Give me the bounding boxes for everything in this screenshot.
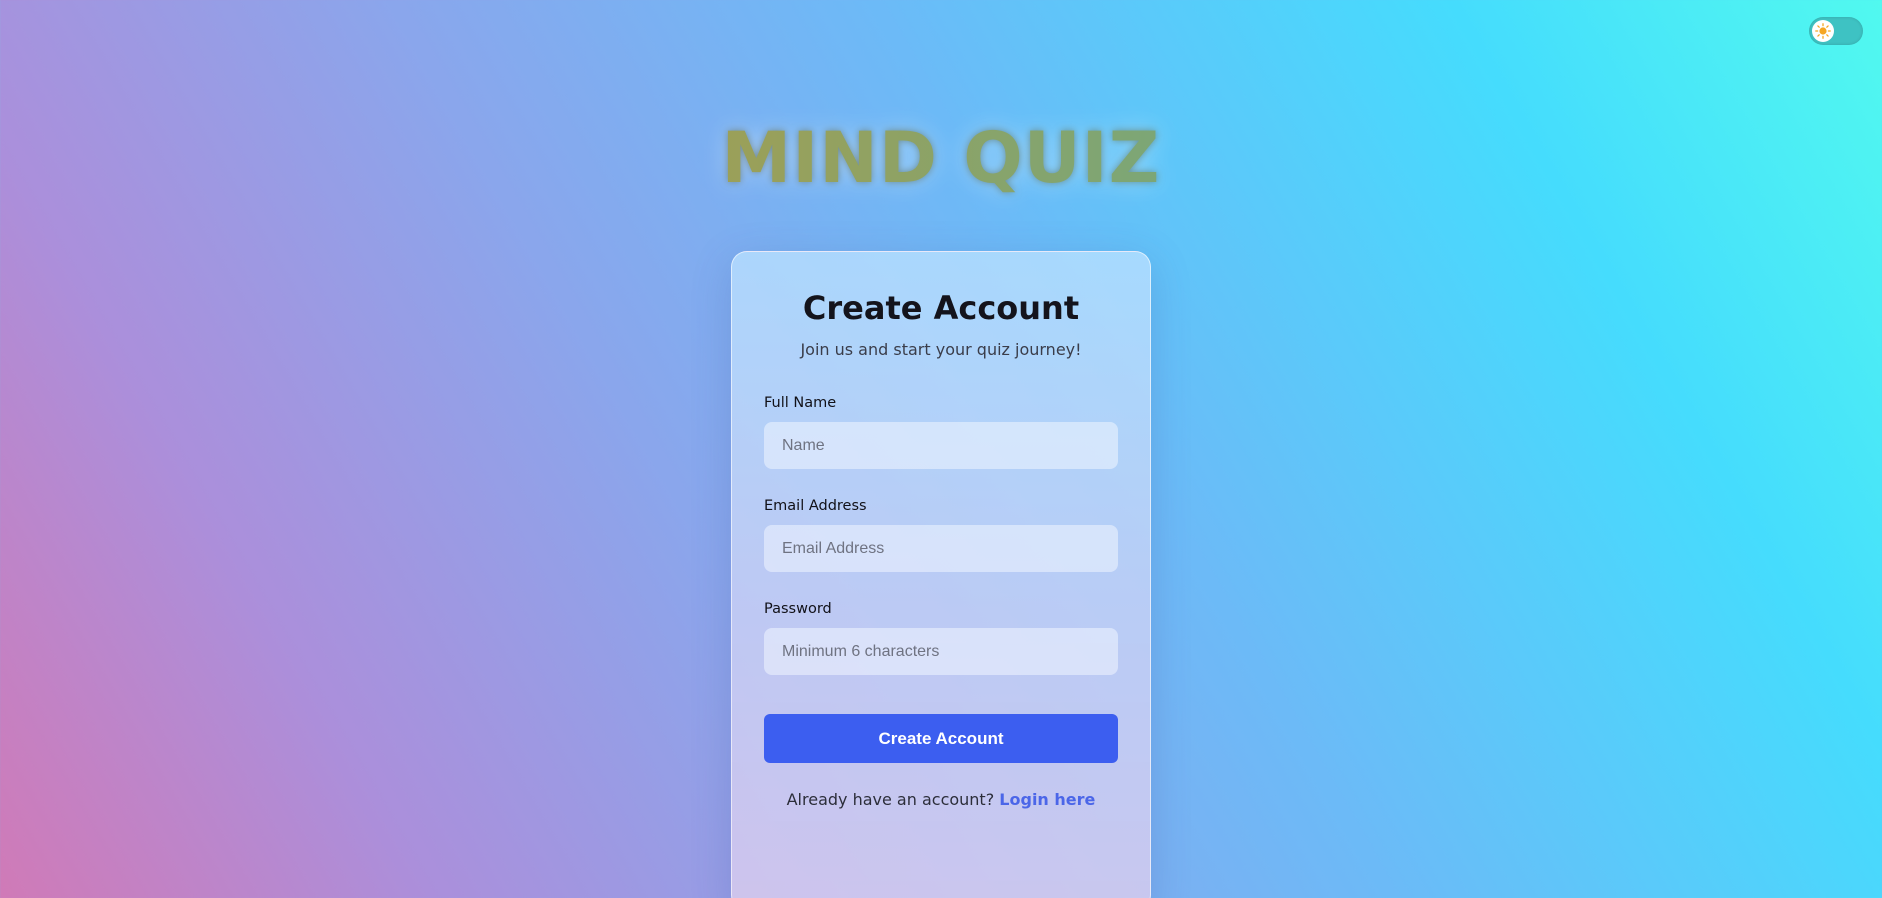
password-input[interactable]	[764, 628, 1118, 675]
full-name-label: Full Name	[764, 395, 837, 411]
full-name-input[interactable]	[764, 422, 1118, 469]
create-account-button[interactable]: Create Account	[764, 714, 1118, 763]
card-title: Create Account	[802, 289, 1080, 327]
toggle-knob[interactable]	[1812, 20, 1834, 42]
password-label: Password	[764, 601, 832, 617]
app-title: MIND QUIZ	[0, 118, 1882, 198]
login-prompt-text: Already have an account?	[786, 790, 995, 809]
login-link[interactable]: Login here	[999, 790, 1095, 809]
password-field-group: Password	[764, 600, 1118, 675]
email-input[interactable]	[764, 525, 1118, 572]
theme-toggle[interactable]	[1809, 17, 1863, 45]
sun-icon	[1815, 23, 1831, 39]
login-prompt-row: Already have an account? Login here	[764, 790, 1118, 810]
signup-card: Create Account Join us and start your qu…	[731, 251, 1151, 898]
full-name-field-group: Full Name	[764, 394, 1118, 469]
email-label: Email Address	[764, 498, 867, 514]
email-field-group: Email Address	[764, 497, 1118, 572]
card-subtitle: Join us and start your quiz journey!	[800, 340, 1082, 359]
